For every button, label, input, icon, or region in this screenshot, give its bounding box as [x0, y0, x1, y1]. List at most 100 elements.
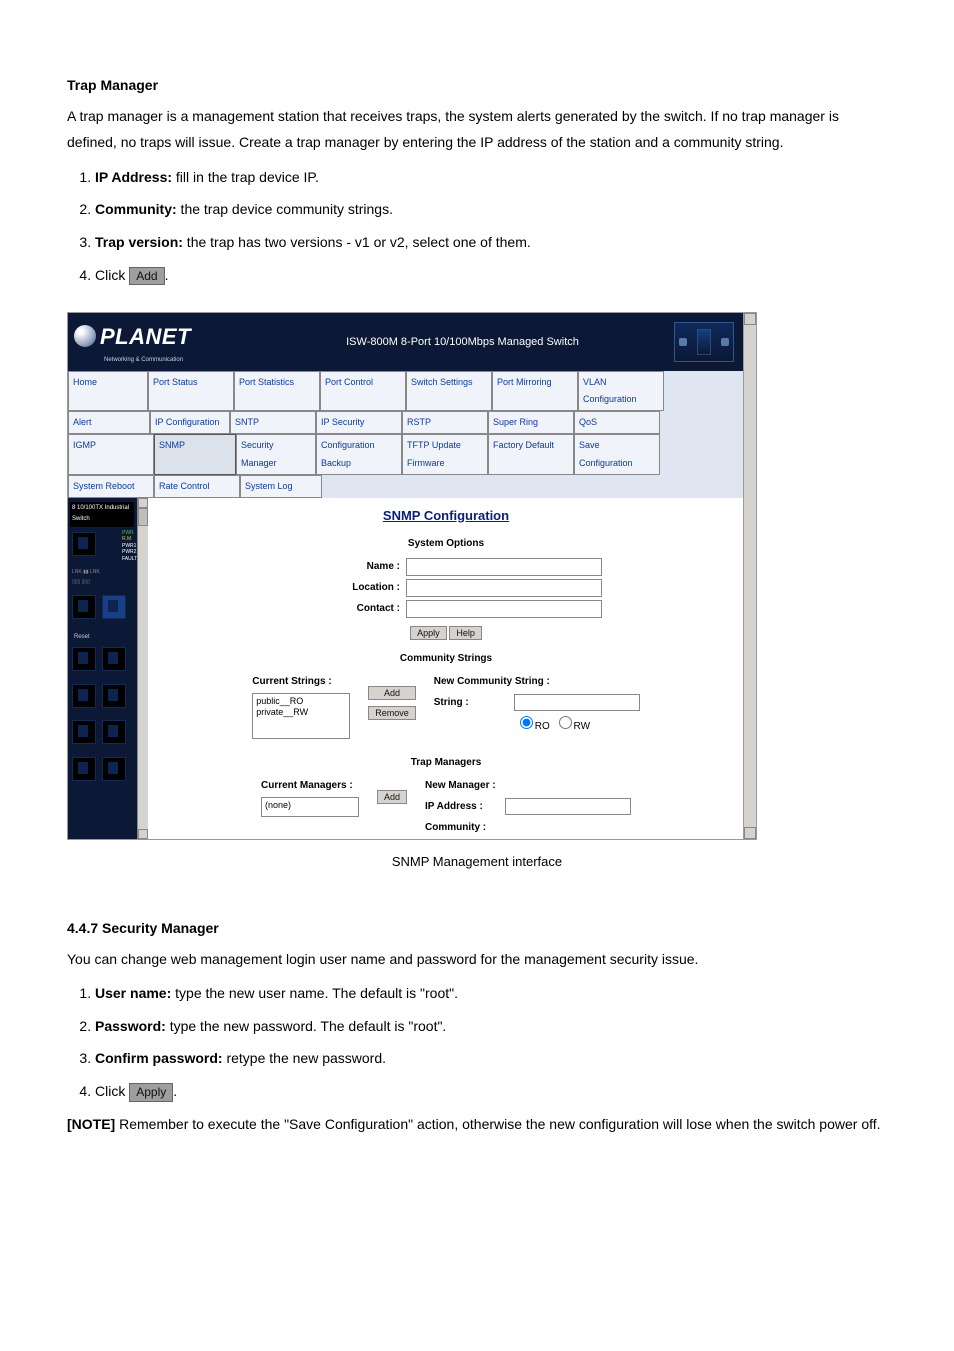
trap-ip-input[interactable]	[505, 798, 631, 815]
port-icon	[72, 647, 96, 671]
nav-tab-factory-default[interactable]: Factory Default	[488, 434, 574, 474]
rw-label: RW	[574, 721, 590, 732]
name-input[interactable]	[406, 558, 602, 576]
click-prefix: Click	[95, 267, 129, 283]
contact-input[interactable]	[406, 600, 602, 618]
scroll-down-icon[interactable]	[744, 827, 756, 839]
nav-tab-vlan-configuration[interactable]: VLAN Configuration	[578, 371, 664, 411]
step-2: Community: the trap device community str…	[95, 196, 887, 223]
nav-tab-rstp[interactable]: RSTP	[402, 411, 488, 434]
step-2: Password: type the new password. The def…	[95, 1013, 887, 1040]
list-item[interactable]: private__RW	[256, 707, 346, 718]
current-managers-label: Current Managers :	[261, 776, 359, 795]
device-icon	[674, 322, 734, 362]
nav-tab-super-ring[interactable]: Super Ring	[488, 411, 574, 434]
steps-list: IP Address: fill in the trap device IP. …	[67, 164, 887, 288]
nav-tab-switch-settings[interactable]: Switch Settings	[406, 371, 492, 411]
scroll-thumb[interactable]	[138, 508, 148, 526]
outer-scrollbar[interactable]	[743, 313, 756, 839]
contact-label: Contact :	[290, 599, 400, 618]
trap-add-button[interactable]: Add	[377, 790, 407, 804]
main-panel: SNMP Configuration System Options Name :…	[148, 498, 744, 840]
nav-tab-system-reboot[interactable]: System Reboot	[68, 475, 154, 498]
step-4: Click Apply.	[95, 1078, 887, 1105]
nav-tab-port-status[interactable]: Port Status	[148, 371, 234, 411]
nav-tab-port-control[interactable]: Port Control	[320, 371, 406, 411]
nav-tab-port-statistics[interactable]: Port Statistics	[234, 371, 320, 411]
current-strings-label: Current Strings :	[252, 672, 350, 691]
help-button[interactable]: Help	[449, 626, 482, 640]
nav-tab-security-manager[interactable]: Security Manager	[236, 434, 316, 474]
string-label: String :	[434, 693, 514, 712]
nav-tab-sntp[interactable]: SNTP	[230, 411, 316, 434]
click-suffix: .	[165, 267, 169, 283]
port-icon	[102, 684, 126, 708]
new-community-label: New Community String :	[434, 672, 640, 691]
nav-tab-ip-configuration[interactable]: IP Configuration	[150, 411, 230, 434]
nav-tab-snmp[interactable]: SNMP	[154, 434, 236, 474]
scroll-up-icon[interactable]	[138, 498, 148, 508]
step-3: Trap version: the trap has two versions …	[95, 229, 887, 256]
port-icon	[102, 757, 126, 781]
nav-tab-system-log[interactable]: System Log	[240, 475, 322, 498]
paragraph: You can change web management login user…	[67, 946, 887, 973]
step-text: the trap has two versions - v1 or v2, se…	[183, 234, 531, 250]
trap-community-label: Community :	[425, 818, 505, 837]
section-title: Trap Manager	[67, 72, 887, 99]
port-icon	[102, 720, 126, 744]
step-label: Community:	[95, 201, 177, 217]
led-list: PWR R.M PWR1 PWR2 FAULT	[96, 530, 137, 563]
click-suffix: .	[173, 1083, 177, 1099]
nav-tab-igmp[interactable]: IGMP	[68, 434, 154, 474]
figure-caption: SNMP Management interface	[67, 850, 887, 875]
step-3: Confirm password: retype the new passwor…	[95, 1045, 887, 1072]
section-trap-manager: Trap Manager A trap manager is a managem…	[67, 72, 887, 288]
trap-managers-title: Trap Managers	[158, 753, 734, 772]
list-item[interactable]: (none)	[265, 800, 355, 811]
step-label: User name:	[95, 985, 171, 1001]
community-add-button[interactable]: Add	[368, 686, 416, 700]
link-bars: LNK ▮▮ LNK▯▯▯ ▯▯▯	[72, 568, 144, 587]
step-1: User name: type the new user name. The d…	[95, 980, 887, 1007]
nav-tab-home[interactable]: Home	[68, 371, 148, 411]
paragraph: A trap manager is a management station t…	[67, 103, 887, 156]
section-title: 4.4.7 Security Manager	[67, 915, 887, 942]
device-sidebar: 8 10/100TX Industrial Switch PWR R.M PWR…	[68, 498, 148, 840]
port-icon	[102, 647, 126, 671]
sidebar-scrollbar[interactable]	[137, 498, 148, 840]
snmp-interface-figure: PLANET Networking & Communication ISW-80…	[67, 312, 757, 840]
ro-radio[interactable]	[520, 716, 533, 729]
step-text: type the new password. The default is "r…	[166, 1018, 447, 1034]
community-string-input[interactable]	[514, 694, 640, 711]
scroll-down-icon[interactable]	[138, 829, 148, 839]
nav-tab-port-mirroring[interactable]: Port Mirroring	[492, 371, 578, 411]
step-text: the trap device community strings.	[177, 201, 393, 217]
reset-label: Reset	[74, 632, 146, 643]
scroll-up-icon[interactable]	[744, 313, 756, 325]
apply-button[interactable]: Apply	[410, 626, 447, 640]
current-managers-list[interactable]: (none)	[261, 797, 359, 817]
step-label: Confirm password:	[95, 1050, 223, 1066]
nav-tab-save-configuration[interactable]: Save Configuration	[574, 434, 660, 474]
current-strings-list[interactable]: public__RO private__RW	[252, 693, 350, 739]
nav-tab-configuration-backup[interactable]: Configuration Backup	[316, 434, 402, 474]
nav-tab-alert[interactable]: Alert	[68, 411, 150, 434]
note-paragraph: [NOTE] Remember to execute the "Save Con…	[67, 1111, 887, 1138]
nav-tab-ip-security[interactable]: IP Security	[316, 411, 402, 434]
step-label: IP Address:	[95, 169, 172, 185]
nav-tab-qos[interactable]: QoS	[574, 411, 660, 434]
nav-tabs: HomePort StatusPort StatisticsPort Contr…	[68, 371, 744, 498]
nav-tab-rate-control[interactable]: Rate Control	[154, 475, 240, 498]
planet-logo: PLANET Networking & Communication	[74, 316, 191, 369]
nav-tab-tftp-update-firmware[interactable]: TFTP Update Firmware	[402, 434, 488, 474]
step-text: retype the new password.	[223, 1050, 386, 1066]
rw-radio[interactable]	[559, 716, 572, 729]
port-block-icon	[72, 532, 96, 556]
location-input[interactable]	[406, 579, 602, 597]
community-remove-button[interactable]: Remove	[368, 706, 416, 720]
step-1: IP Address: fill in the trap device IP.	[95, 164, 887, 191]
location-label: Location :	[290, 578, 400, 597]
list-item[interactable]: public__RO	[256, 696, 346, 707]
system-options-title: System Options	[158, 534, 734, 553]
step-label: Trap version:	[95, 234, 183, 250]
